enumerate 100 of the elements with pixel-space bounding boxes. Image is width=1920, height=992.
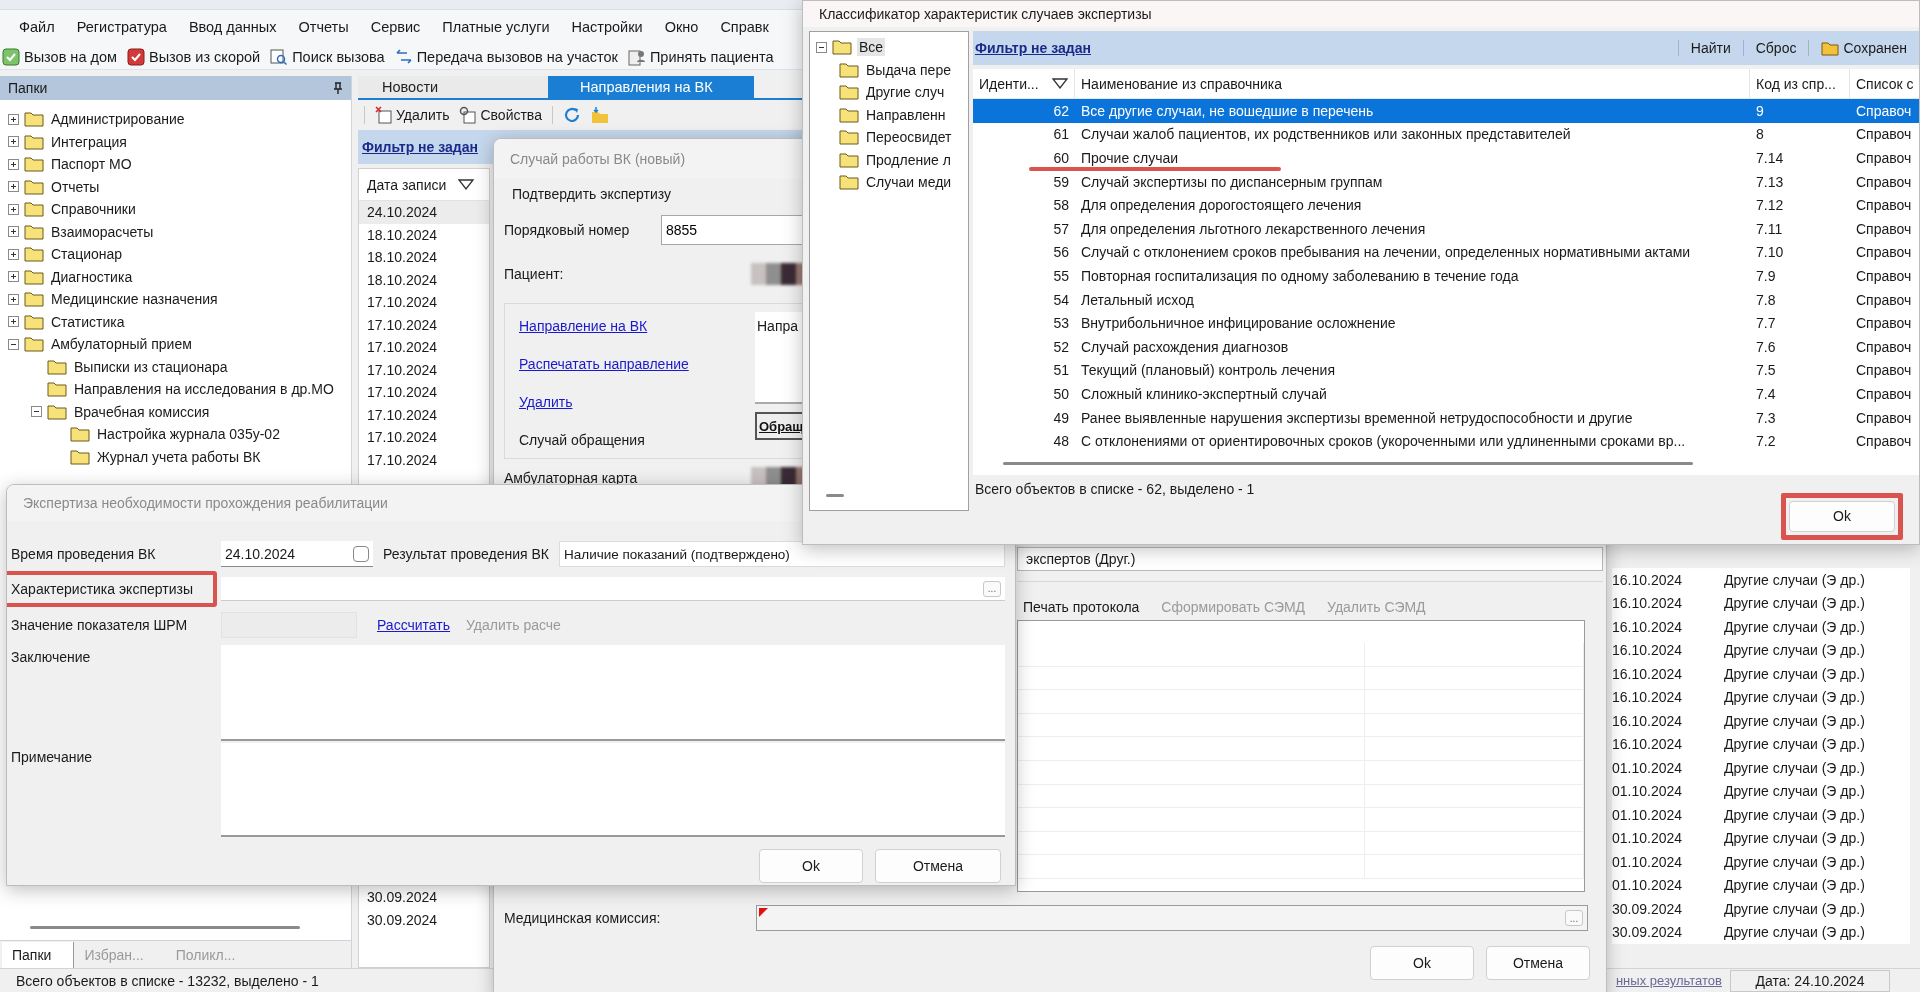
scrollbar-thumb[interactable] [826, 493, 844, 497]
tree-item[interactable]: Справочники [49, 200, 138, 219]
expand-icon[interactable] [8, 136, 19, 148]
table-row[interactable]: 61 Случаи жалоб пациентов, их родственников или законных представителей 8 Справоч [973, 122, 1919, 147]
tree-item[interactable]: Переосвидет [864, 128, 954, 147]
expand-icon[interactable] [8, 203, 19, 215]
expand-icon[interactable] [8, 316, 19, 328]
table-row[interactable]: 50 Сложный клинико-экспертный случай 7.4 Справоч [973, 382, 1919, 406]
status-link[interactable]: нных результатов [1615, 973, 1722, 988]
tree-item[interactable]: Направления на исследования в др.МО [72, 380, 336, 399]
table-row[interactable]: 49 Ранее выявленные нарушения экспертизы временной нетрудоспособности и другие 7.3 Справоч [973, 405, 1919, 430]
menu-item[interactable]: Настройки [560, 19, 654, 35]
tree-item[interactable]: Выдача пере [864, 60, 953, 79]
menu-item[interactable]: Сервис [359, 19, 432, 35]
table-row[interactable]: 53 Внутрибольничное инфицирование осложнение 7.7 Справоч [973, 311, 1919, 335]
table-row[interactable]: 48 С отклонениями от ориентировочных сроков (укороченными или удлиненными сроками вр... 7.2 Справоч [973, 429, 1919, 453]
filter-action[interactable]: Сохранен [1808, 40, 1919, 56]
table-row[interactable]: 58 Для определения дорогостоящего лечения 7.12 Справоч [973, 193, 1919, 217]
tree-item[interactable]: Журнал учета работы ВК [95, 447, 263, 466]
tree-item[interactable]: Продление л [864, 150, 953, 169]
tree-item[interactable]: Администрирование [49, 110, 187, 129]
table-row[interactable]: 57 Для определения льготного лекарственного лечения 7.11 Справоч [973, 216, 1919, 241]
confirm-button[interactable]: Подтвердить экспертизу [508, 181, 675, 207]
cancel-button[interactable]: Отмена [1486, 946, 1590, 980]
tree-item[interactable]: Стационар [49, 245, 125, 264]
expand-icon[interactable] [8, 158, 19, 170]
tree-item[interactable]: Статистика [49, 312, 127, 331]
tree-item[interactable]: Направленн [864, 105, 948, 124]
tree-item[interactable]: Отчеты [49, 177, 102, 196]
date-field[interactable]: 24.10.2024 [221, 541, 373, 567]
tree-item[interactable]: Взаиморасчеты [49, 222, 156, 241]
tab[interactable]: Новости [358, 76, 548, 98]
sort-icon[interactable] [1052, 78, 1068, 89]
table-row[interactable]: 62 Все другие случаи, не вошедшие в перечень 9 Справоч [973, 99, 1919, 123]
toolbar-button[interactable]: Вызов из скорой [126, 47, 261, 66]
toolbar-button[interactable]: Принять пациента [627, 47, 774, 66]
expand-icon[interactable] [8, 248, 19, 260]
expand-icon[interactable] [8, 113, 19, 125]
commission-field[interactable]: ... [756, 905, 1588, 931]
result-dropdown[interactable]: Наличие показаний (подтверждено) [559, 541, 1005, 567]
toolbar-button[interactable]: Вызов на дом [2, 47, 117, 66]
collapse-icon[interactable] [816, 41, 827, 53]
panel-tab[interactable]: Папки [2, 942, 75, 968]
tab[interactable]: Направления на ВК [548, 76, 754, 98]
sort-icon[interactable] [458, 179, 475, 190]
browse-button[interactable]: ... [1565, 910, 1583, 926]
collapse-icon[interactable] [31, 406, 42, 418]
menu-item[interactable]: Регистратура [65, 19, 178, 35]
expand-icon[interactable] [8, 226, 19, 238]
table-row[interactable]: 56 Случай с отклонением сроков пребывания на лечении, определенных нормативными актами 7.10 Справоч [973, 240, 1919, 265]
tree-item[interactable]: Интеграция [49, 132, 129, 151]
filter-link[interactable]: Фильтр не задан [362, 139, 478, 155]
table-row[interactable]: 60 Прочие случаи 7.14 Справоч [973, 146, 1919, 170]
filter-action[interactable]: Сброс [1742, 40, 1809, 56]
collapse-icon[interactable] [8, 338, 19, 350]
expand-icon[interactable] [8, 293, 19, 305]
calculate-link[interactable]: Рассчитать [377, 617, 451, 633]
expand-icon[interactable] [8, 271, 19, 283]
toolbar-button[interactable]: Поиск вызова [270, 47, 385, 66]
menu-item[interactable]: Окно [653, 19, 710, 35]
menu-item[interactable]: Файл [8, 19, 66, 35]
menu-item[interactable]: Справк [709, 19, 780, 35]
experts-dropdown[interactable]: экспертов (Друг.) [1017, 547, 1603, 571]
table-row[interactable]: 51 Текущий (плановый) контроль лечения 7.5 Справоч [973, 358, 1919, 383]
cancel-button[interactable]: Отмена [875, 849, 1001, 883]
menu-item[interactable]: Платные услуги [431, 19, 561, 35]
table-row[interactable]: 54 Летальный исход 7.8 Справоч [973, 287, 1919, 312]
pin-icon[interactable] [333, 82, 343, 94]
table-row[interactable]: 52 Случай расхождения диагнозов 7.6 Справоч [973, 334, 1919, 359]
filter-action[interactable]: Найти [1677, 40, 1743, 56]
toolbar-button[interactable]: Печать протокола [1023, 599, 1140, 615]
browse-button[interactable]: ... [983, 580, 1001, 597]
toolbar-button[interactable]: Свойства [459, 106, 542, 124]
ok-button[interactable]: Ok [1789, 500, 1895, 532]
table-row[interactable]: 59 Случай экспертизы по диспансерным группам 7.13 Справоч [973, 169, 1919, 194]
tree-item[interactable]: Настройка журнала 035у-02 [95, 425, 282, 444]
characteristic-field[interactable]: ... [221, 577, 1005, 601]
action-link[interactable]: Удалить [519, 394, 573, 410]
scrollbar-thumb[interactable] [1003, 462, 1693, 466]
ok-button[interactable]: Ok [1370, 946, 1474, 980]
tree-item[interactable]: Амбулаторный прием [49, 335, 194, 354]
tree-item[interactable]: Другие случ [864, 83, 947, 102]
folder-icon[interactable] [590, 106, 609, 124]
tree-item[interactable]: Все [857, 38, 886, 57]
note-field[interactable] [221, 743, 1005, 837]
toolbar-button[interactable]: Передача вызовов на участок [394, 47, 618, 66]
refresh-icon[interactable] [562, 106, 581, 124]
action-link[interactable]: Направление на ВК [519, 318, 648, 334]
scrollbar-thumb[interactable] [30, 925, 300, 929]
checkbox[interactable] [353, 545, 369, 562]
filter-link[interactable]: Фильтр не задан [975, 40, 1091, 56]
menu-item[interactable]: Отчеты [287, 19, 360, 35]
action-link[interactable]: Распечатать направление [519, 356, 689, 372]
toolbar-button[interactable]: Удалить [375, 106, 450, 124]
ok-button[interactable]: Ok [759, 849, 863, 883]
table-row[interactable]: 55 Повторная госпитализация по одному заболеванию в течение года 7.9 Справоч [973, 264, 1919, 288]
tree-item[interactable]: Паспорт МО [49, 155, 134, 174]
tree-item[interactable]: Выписки из стационара [72, 357, 230, 376]
conclusion-field[interactable] [221, 645, 1005, 741]
tree-item[interactable]: Случаи меди [864, 173, 954, 192]
